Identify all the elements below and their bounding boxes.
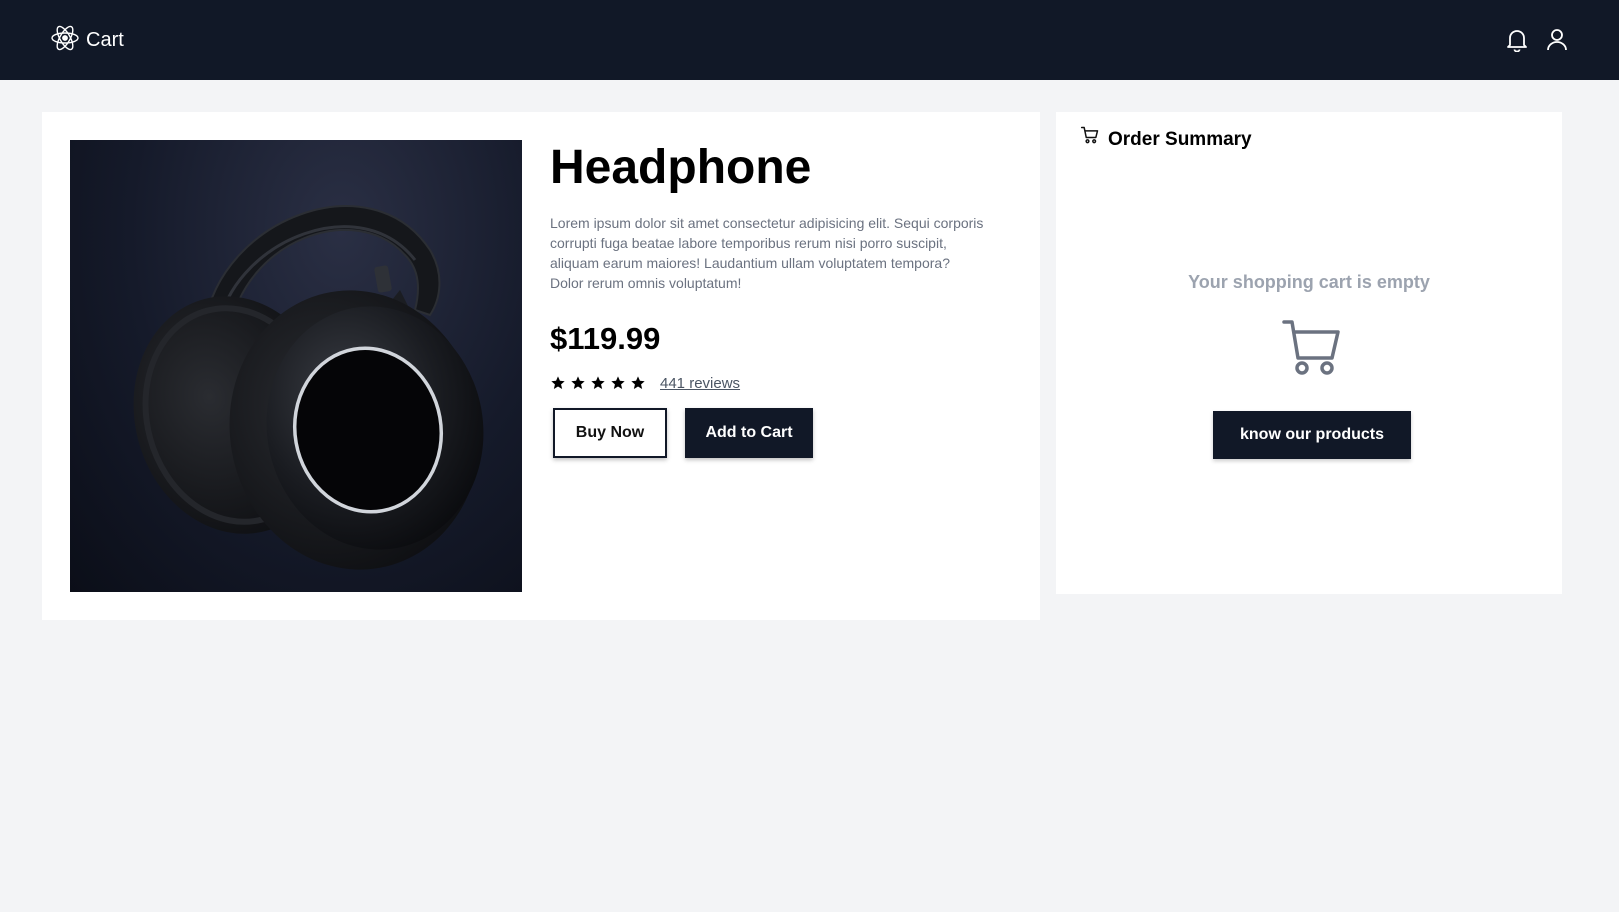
empty-cart-icon (1282, 320, 1340, 375)
star-icon (591, 376, 605, 390)
bell-icon[interactable] (1505, 28, 1529, 52)
know-our-products-button[interactable]: know our products (1213, 411, 1411, 459)
cart-icon (1080, 126, 1100, 150)
product-actions: Buy Now Add to Cart (553, 407, 990, 458)
star-icon (551, 376, 565, 390)
brand-home-link[interactable]: Cart (50, 23, 124, 58)
product-card: Headphone Lorem ipsum dolor sit amet con… (42, 112, 1040, 620)
product-title: Headphone (550, 141, 812, 194)
product-description: Lorem ipsum dolor sit amet consectetur a… (550, 214, 984, 291)
buy-now-button[interactable]: Buy Now (553, 407, 667, 458)
star-icon (631, 376, 645, 390)
user-icon[interactable] (1545, 28, 1569, 52)
product-image (70, 140, 522, 592)
reviews-link[interactable]: 441 reviews (660, 375, 740, 392)
rating-row: 441 reviews (550, 375, 990, 392)
order-summary-title: Order Summary (1108, 129, 1252, 150)
headphones-illustration (133, 205, 484, 570)
star-rating (550, 375, 646, 391)
order-summary-header: Order Summary (1080, 126, 1252, 151)
top-icons (1505, 28, 1569, 52)
product-price: $119.99 (550, 320, 661, 356)
order-summary-card: Order Summary Your shopping cart is empt… (1056, 112, 1562, 594)
react-atom-icon (50, 23, 80, 58)
star-icon (611, 376, 625, 390)
product-info: Headphone Lorem ipsum dolor sit amet con… (550, 140, 990, 458)
add-to-cart-button[interactable]: Add to Cart (685, 407, 813, 458)
top-navbar: Cart (0, 0, 1619, 80)
star-icon (571, 376, 585, 390)
empty-cart-message: Your shopping cart is empty (1188, 272, 1430, 292)
brand-label: Cart (86, 28, 124, 51)
